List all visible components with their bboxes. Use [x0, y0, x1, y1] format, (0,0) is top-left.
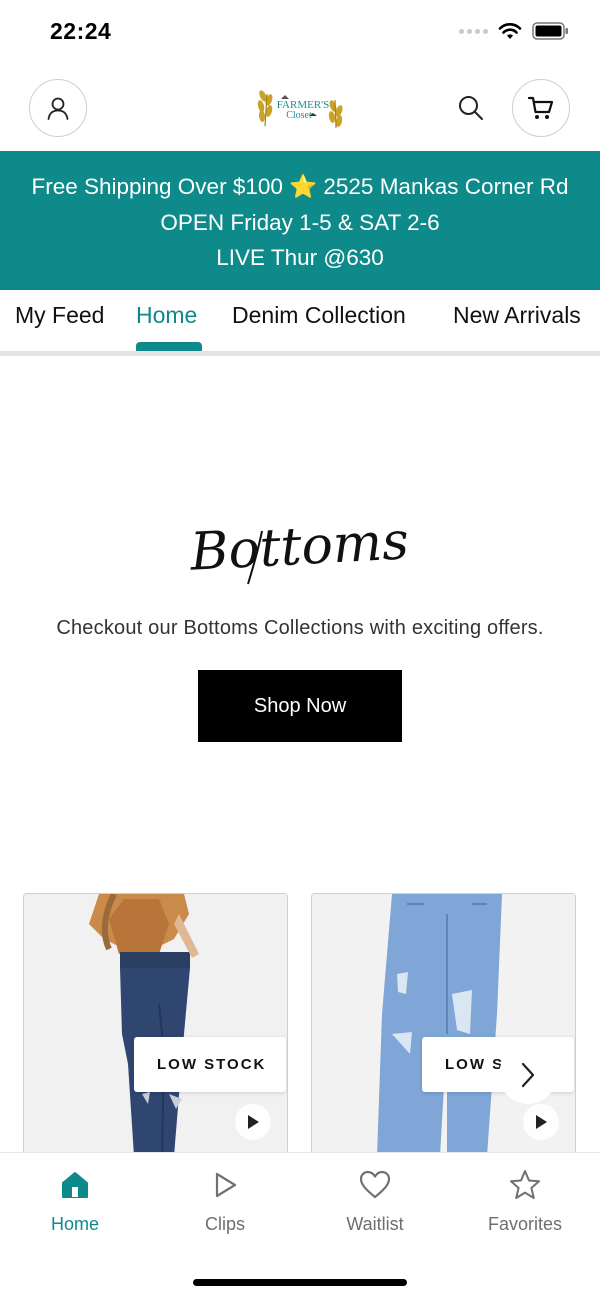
app-header: FARMER'S Closet: [0, 66, 600, 152]
nav-label-clips: Clips: [204, 1214, 245, 1234]
play-icon: [248, 1115, 259, 1129]
home-indicator-bar: [193, 1279, 407, 1286]
nav-waitlist[interactable]: Waitlist: [300, 1153, 450, 1253]
cart-icon: [527, 96, 554, 119]
search-button[interactable]: [455, 92, 487, 124]
play-video-button[interactable]: [235, 1104, 271, 1140]
promo-banner[interactable]: Free Shipping Over $100 ⭐ 2525 Mankas Co…: [0, 151, 600, 290]
battery-icon: [532, 22, 568, 40]
status-bar: 22:24: [0, 0, 600, 66]
search-icon: [459, 96, 483, 120]
play-icon: [536, 1115, 547, 1129]
script-title-text: Bottoms: [188, 511, 410, 582]
cart-button[interactable]: [512, 79, 570, 137]
heart-icon: [359, 1169, 391, 1201]
wifi-icon: [498, 23, 522, 39]
promo-line-live: LIVE Thur @630: [216, 245, 384, 270]
tab-my-feed[interactable]: My Feed: [15, 302, 104, 329]
category-tabs: My Feed Home Denim Collection New Arriva…: [0, 290, 600, 356]
user-icon: [47, 97, 69, 120]
promo-line-hours: OPEN Friday 1-5 & SAT 2-6: [160, 209, 440, 235]
tab-home[interactable]: Home: [136, 302, 197, 329]
play-icon: [209, 1169, 241, 1201]
home-icon: [59, 1169, 91, 1201]
chevron-right-icon: [521, 1062, 535, 1088]
active-tab-indicator: [136, 342, 202, 351]
status-icons: [459, 22, 570, 40]
star-icon: [509, 1169, 541, 1201]
nav-label-waitlist: Waitlist: [346, 1214, 404, 1234]
tab-denim-collection[interactable]: Denim Collection: [232, 302, 406, 329]
farmers-closet-logo[interactable]: FARMER'S Closet: [255, 86, 345, 132]
svg-text:Closet: Closet: [286, 110, 312, 121]
bottoms-hero: Bottoms Checkout our Bottoms Collections…: [0, 356, 600, 876]
nav-clips[interactable]: Clips: [150, 1153, 300, 1253]
nav-favorites[interactable]: Favorites: [450, 1153, 600, 1253]
status-time: 22:24: [50, 18, 112, 44]
bottoms-script-title: Bottoms: [0, 506, 600, 591]
account-button[interactable]: [29, 79, 87, 137]
play-video-button[interactable]: [523, 1104, 559, 1140]
bottom-navigation: Home Clips Waitlist Favorites: [0, 1152, 600, 1299]
cellular-signal-icon: [459, 28, 488, 34]
promo-line-shipping: Free Shipping Over $100 ⭐ 2525 Mankas Co…: [31, 174, 569, 199]
nav-home[interactable]: Home: [0, 1153, 150, 1253]
nav-label-home: Home: [50, 1214, 99, 1234]
product-card[interactable]: LOW STOCK: [23, 893, 288, 1155]
carousel-next-button[interactable]: [499, 1046, 557, 1104]
shop-now-button[interactable]: Shop Now: [198, 670, 402, 742]
product-card[interactable]: LOW STOCK: [311, 893, 576, 1155]
hero-subtitle: Checkout our Bottoms Collections with ex…: [56, 617, 544, 639]
nav-label-favorites: Favorites: [487, 1214, 563, 1234]
tab-new-arrivals[interactable]: New Arrivals: [453, 302, 581, 329]
low-stock-badge: LOW STOCK: [134, 1037, 286, 1092]
